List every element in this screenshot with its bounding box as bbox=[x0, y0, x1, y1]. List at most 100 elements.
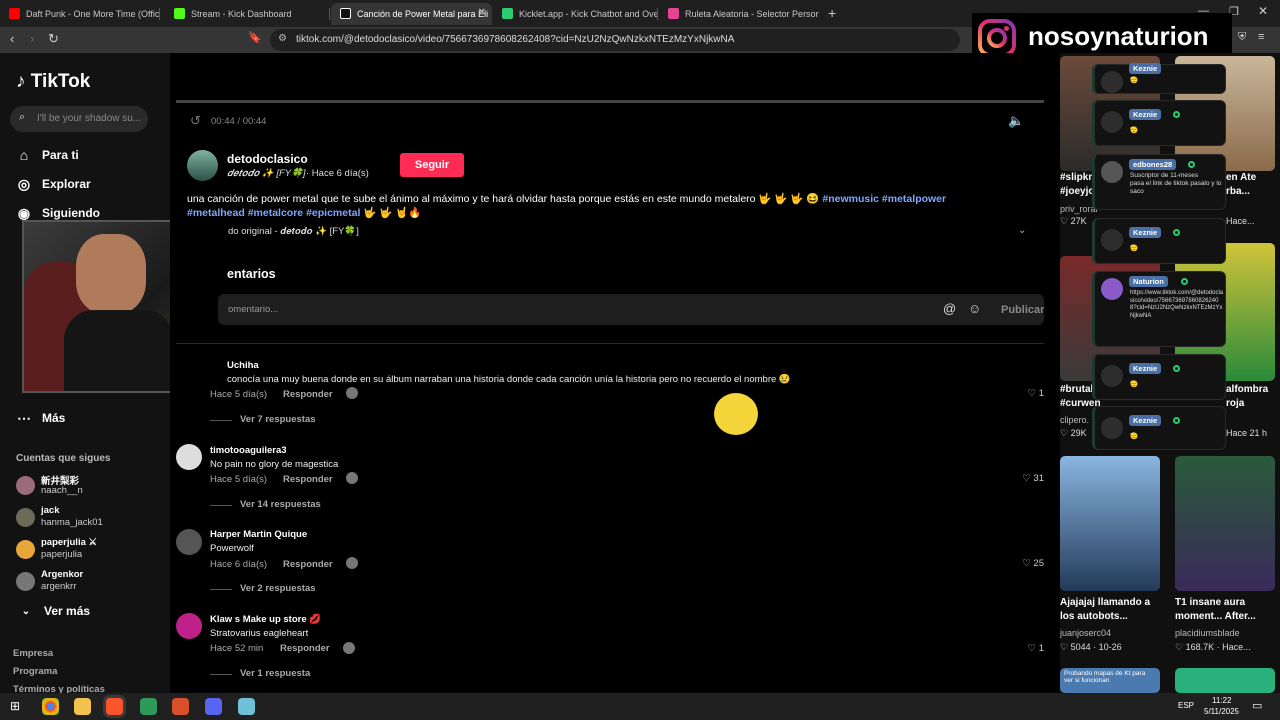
shield-icon[interactable]: ⛨ bbox=[1238, 31, 1246, 44]
reply-button[interactable]: Responder bbox=[283, 559, 333, 570]
folder-icon[interactable] bbox=[74, 698, 91, 715]
back-icon[interactable]: ‹ bbox=[10, 31, 14, 46]
badge-icon bbox=[1173, 417, 1180, 424]
hashtag[interactable]: #epicmetal bbox=[306, 207, 360, 219]
view-replies-button[interactable]: Ver 2 respuestas bbox=[210, 583, 316, 594]
video-thumbnail[interactable]: Probando mapas de Kt para ver si funcion… bbox=[1060, 668, 1160, 693]
chat-message: Keznie 🫡 bbox=[1092, 100, 1226, 146]
language-indicator[interactable]: ESP bbox=[1178, 701, 1194, 710]
nav-mas[interactable]: ⋯ Más bbox=[14, 407, 65, 429]
video-thumbnail[interactable] bbox=[1175, 456, 1275, 591]
video-author[interactable]: placidiumsblade bbox=[1175, 628, 1240, 638]
avatar bbox=[1101, 365, 1123, 387]
author-subtitle: 𝒅𝒆𝒕𝒐𝒅𝒐 ✨ [FY🍀] bbox=[227, 168, 306, 179]
streamer-face bbox=[76, 234, 146, 314]
video-title[interactable]: Ajajajaj llamando a los autobots... bbox=[1060, 596, 1170, 624]
youtube-icon bbox=[9, 8, 20, 19]
menu-icon[interactable]: ≡ bbox=[1258, 31, 1264, 43]
comment-author[interactable]: Klaw s Make up store 💋 bbox=[210, 614, 321, 625]
view-replies-button[interactable]: Ver 7 respuestas bbox=[210, 414, 316, 425]
reply-button[interactable]: Responder bbox=[280, 643, 330, 654]
tab-daft-punk[interactable]: Daft Punk - One More Time (Official bbox=[0, 3, 160, 25]
video-author[interactable]: juanjoserc04 bbox=[1060, 628, 1111, 638]
brave-icon[interactable] bbox=[106, 698, 123, 715]
view-replies-button[interactable]: Ver 14 respuestas bbox=[210, 499, 321, 510]
volume-icon[interactable]: 🔈 bbox=[1008, 113, 1024, 129]
bookmark-icon[interactable]: 🔖 bbox=[248, 31, 262, 44]
comment-author[interactable]: Uchiha bbox=[227, 360, 259, 371]
view-replies-button[interactable]: Ver 1 respuesta bbox=[210, 668, 310, 679]
comment-likes[interactable]: ♡ 1 bbox=[1028, 388, 1044, 399]
badge-icon bbox=[1173, 111, 1180, 118]
follow-button[interactable]: Seguir bbox=[400, 153, 464, 177]
avatar bbox=[16, 508, 35, 527]
reply-button[interactable]: Responder bbox=[283, 389, 333, 400]
tab-kicklet[interactable]: Kicklet.app - Kick Chatbot and Overla bbox=[493, 3, 658, 25]
avatar[interactable] bbox=[176, 444, 202, 470]
video-title[interactable]: alfombra roja bbox=[1226, 383, 1280, 411]
avatar bbox=[1101, 71, 1123, 93]
hashtag[interactable]: #metalhead bbox=[187, 207, 245, 219]
chrome-icon[interactable] bbox=[42, 698, 59, 715]
replay-icon[interactable]: ↺ bbox=[190, 113, 201, 129]
avatar[interactable] bbox=[176, 529, 202, 555]
emoji-icon[interactable]: ☺ bbox=[968, 301, 981, 316]
tab-kick-dashboard[interactable]: Stream - Kick Dashboard bbox=[165, 3, 330, 25]
hashtag[interactable]: #metalpower bbox=[882, 193, 946, 205]
footer-link[interactable]: Empresa bbox=[13, 648, 53, 659]
sound-link[interactable]: do original - 𝒅𝒆𝒕𝒐𝒅𝒐 ✨ [FY🍀] bbox=[228, 226, 359, 237]
comment-author[interactable]: Harper Martin Quique bbox=[210, 529, 307, 540]
author-avatar[interactable] bbox=[187, 150, 218, 181]
close-window-icon[interactable]: ✕ bbox=[1258, 4, 1268, 18]
mention-icon[interactable]: @ bbox=[943, 301, 956, 316]
chat-message: Keznie 🫡 bbox=[1092, 218, 1226, 264]
video-progress-bar[interactable] bbox=[176, 100, 1044, 103]
url-field[interactable]: ⚙ tiktok.com/@detodoclasico/video/756673… bbox=[270, 29, 960, 51]
new-tab-button[interactable]: + bbox=[828, 5, 836, 21]
nav-para-ti[interactable]: ⌂ Para ti bbox=[14, 144, 79, 166]
tab-ruleta[interactable]: Ruleta Aleatoria - Selector Personaliz bbox=[659, 3, 819, 25]
video-title[interactable]: T1 insane aura moment... After... bbox=[1175, 596, 1280, 624]
video-thumbnail[interactable] bbox=[1060, 456, 1160, 591]
comment-input[interactable]: omentario... @ ☺ bbox=[218, 294, 1044, 325]
clock-time[interactable]: 11:22 bbox=[1212, 696, 1231, 705]
app-icon[interactable] bbox=[172, 698, 189, 715]
comment-likes[interactable]: ♡ 31 bbox=[1022, 473, 1044, 484]
app-icon[interactable] bbox=[140, 698, 157, 715]
comment-author[interactable]: timotooaguilera3 bbox=[210, 445, 287, 456]
comment-likes[interactable]: ♡ 25 bbox=[1022, 558, 1044, 569]
app-icon[interactable] bbox=[238, 698, 255, 715]
forward-icon[interactable]: › bbox=[30, 31, 34, 46]
discord-icon[interactable] bbox=[205, 698, 222, 715]
video-title[interactable]: en Ate rba... bbox=[1226, 171, 1280, 199]
reload-icon[interactable]: ↻ bbox=[48, 31, 59, 47]
comment-text: No pain no glory de magestica bbox=[210, 459, 339, 470]
heart-icon: ♡ bbox=[1027, 643, 1037, 654]
tab-tiktok-active[interactable]: Canción de Power Metal para Eli ✕ bbox=[331, 3, 492, 25]
avatar bbox=[1101, 229, 1123, 251]
hashtag[interactable]: #newmusic bbox=[822, 193, 879, 205]
tiktok-logo[interactable]: ♪ TikTok bbox=[16, 71, 90, 93]
comment-time: Hace 5 día(s) bbox=[210, 389, 268, 400]
author-name[interactable]: detodoclasico bbox=[227, 152, 308, 166]
search-input[interactable]: ⌕ I'll be your shadow su... bbox=[10, 106, 148, 132]
reply-button[interactable]: Responder bbox=[283, 474, 333, 485]
avatar[interactable] bbox=[176, 613, 202, 639]
hashtag[interactable]: #metalcore bbox=[248, 207, 303, 219]
see-more-button[interactable]: ⌄ Ver más bbox=[16, 600, 90, 622]
footer-link[interactable]: Programa bbox=[13, 666, 57, 677]
clock-date[interactable]: 5/11/2025 bbox=[1204, 707, 1239, 716]
creator-avatar bbox=[346, 557, 358, 569]
publish-button[interactable]: Publicar bbox=[1001, 304, 1044, 316]
nav-explorar[interactable]: ◎ Explorar bbox=[14, 173, 91, 195]
comment-likes[interactable]: ♡ 1 bbox=[1028, 643, 1044, 654]
video-author[interactable]: clipero. bbox=[1060, 415, 1089, 425]
windows-start-icon[interactable]: ⊞ bbox=[10, 699, 20, 713]
close-tab-icon[interactable]: ✕ bbox=[478, 7, 486, 18]
chevron-down-icon[interactable]: ⌄ bbox=[1018, 225, 1026, 236]
notification-icon[interactable]: ▭ bbox=[1252, 699, 1262, 712]
following-section-title: Cuentas que sigues bbox=[16, 453, 111, 464]
video-thumbnail[interactable] bbox=[1175, 668, 1275, 693]
chat-message: Keznie 🫡 bbox=[1092, 406, 1226, 450]
site-info-icon[interactable]: ⚙ bbox=[278, 33, 287, 44]
